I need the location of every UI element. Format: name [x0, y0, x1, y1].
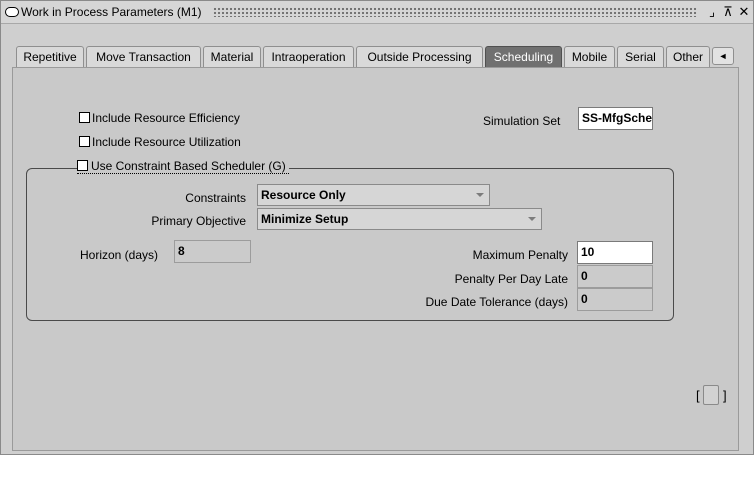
tab-other[interactable]: Other [666, 46, 710, 68]
simulation-set-label: Simulation Set [483, 114, 561, 128]
constraints-value: Resource Only [261, 188, 346, 202]
close-icon[interactable]: ✕ [737, 4, 751, 19]
maximize-icon[interactable]: ⊼ [721, 4, 735, 19]
chevron-down-icon [528, 217, 536, 221]
due-date-tolerance-field[interactable]: 0 [577, 288, 653, 311]
tab-scroll-left-icon[interactable]: ◄ [712, 47, 734, 65]
tab-repetitive[interactable]: Repetitive [16, 46, 84, 68]
constraints-select[interactable]: Resource Only [257, 184, 490, 206]
horizon-days-label: Horizon (days) [80, 248, 159, 262]
bracket-left: [ [696, 388, 700, 403]
tab-intraoperation[interactable]: Intraoperation [263, 46, 354, 68]
primary-objective-select[interactable]: Minimize Setup [257, 208, 542, 230]
tab-serial[interactable]: Serial [617, 46, 664, 68]
include-resource-efficiency-checkbox[interactable] [79, 112, 90, 123]
tab-mobile[interactable]: Mobile [564, 46, 615, 68]
bracket-right: ] [723, 388, 727, 403]
title-bar-grip [213, 7, 697, 17]
due-date-tolerance-label: Due Date Tolerance (days) [425, 295, 568, 309]
use-constraint-scheduler-checkbox[interactable] [77, 160, 88, 171]
include-resource-utilization-label: Include Resource Utilization [92, 135, 241, 149]
tab-material[interactable]: Material [203, 46, 261, 68]
tab-move-transaction[interactable]: Move Transaction [86, 46, 201, 68]
penalty-per-day-late-field[interactable]: 0 [577, 265, 653, 288]
primary-objective-value: Minimize Setup [261, 212, 349, 226]
title-bar[interactable]: Work in Process Parameters (M1) ⌟ ⊼ ✕ [1, 1, 753, 24]
descriptive-flexfield-button[interactable] [703, 385, 719, 405]
maximum-penalty-label: Maximum Penalty [472, 248, 568, 262]
primary-objective-label: Primary Objective [151, 214, 246, 228]
maximum-penalty-field[interactable]: 10 [577, 241, 653, 264]
window-menu-icon[interactable] [5, 7, 19, 17]
constraint-scheduler-group-title: Use Constraint Based Scheduler (G) [77, 159, 289, 174]
window-title: Work in Process Parameters (M1) [21, 5, 202, 19]
use-constraint-scheduler-label: Use Constraint Based Scheduler (G) [91, 159, 286, 173]
simulation-set-field[interactable]: SS-MfgSche [578, 107, 653, 130]
penalty-per-day-late-label: Penalty Per Day Late [454, 272, 568, 286]
constraints-label: Constraints [185, 191, 246, 205]
include-resource-utilization-checkbox[interactable] [79, 136, 90, 147]
horizon-days-field[interactable]: 8 [174, 240, 251, 263]
minimize-icon[interactable]: ⌟ [705, 4, 719, 19]
tab-scheduling[interactable]: Scheduling [485, 46, 562, 68]
include-resource-efficiency-label: Include Resource Efficiency [92, 111, 240, 125]
chevron-down-icon [476, 193, 484, 197]
tab-outside-processing[interactable]: Outside Processing [356, 46, 483, 68]
